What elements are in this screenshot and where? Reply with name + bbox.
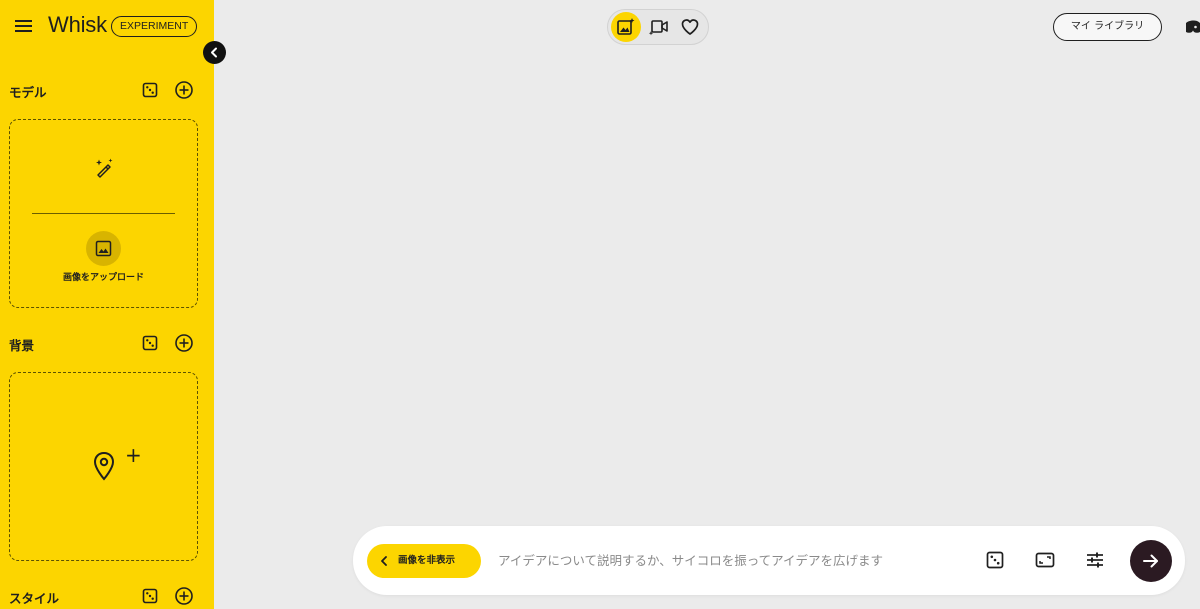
settings-sliders-icon[interactable] xyxy=(1084,549,1106,571)
prompt-bar: 画像を非表示 xyxy=(353,526,1185,595)
my-library-button[interactable]: マイ ライブラリ xyxy=(1053,13,1162,41)
hide-images-label: 画像を非表示 xyxy=(398,555,456,566)
discord-icon[interactable] xyxy=(1186,18,1200,34)
plus-icon: + xyxy=(125,443,142,467)
upload-image-label: 画像をアップロード xyxy=(62,273,144,283)
send-button[interactable] xyxy=(1130,540,1172,582)
experiment-badge: EXPERIMENT xyxy=(111,16,198,37)
dice-icon[interactable] xyxy=(140,333,160,353)
sidebar-header: Whisk EXPERIMENT xyxy=(0,0,214,54)
aspect-ratio-icon[interactable] xyxy=(1034,549,1056,571)
video-icon[interactable] xyxy=(643,12,673,42)
arrow-right-icon xyxy=(1143,554,1158,568)
location-pin-icon[interactable] xyxy=(90,449,122,483)
upload-image-button[interactable]: 画像をアップロード xyxy=(10,228,197,288)
prompt-input[interactable] xyxy=(498,543,968,577)
add-circle-icon[interactable] xyxy=(174,80,194,100)
menu-icon[interactable] xyxy=(14,15,34,37)
dice-icon[interactable] xyxy=(140,80,160,100)
dice-icon[interactable] xyxy=(140,586,160,606)
divider xyxy=(32,213,175,214)
heart-icon[interactable] xyxy=(675,12,705,42)
magic-wand-icon[interactable] xyxy=(93,157,115,179)
collapse-sidebar-button[interactable] xyxy=(203,41,226,64)
model-dropzone[interactable]: 画像をアップロード xyxy=(9,119,198,308)
app-title: Whisk xyxy=(48,12,107,37)
background-dropzone[interactable]: + xyxy=(9,372,198,561)
section-label-style: スタイル xyxy=(9,591,60,606)
mode-switch xyxy=(607,9,709,45)
upload-image-icon xyxy=(86,231,121,266)
add-circle-icon[interactable] xyxy=(174,333,194,353)
sidebar: Whisk EXPERIMENT モデル 画像をアップロード 背景 + スタイル xyxy=(0,0,214,609)
add-circle-icon[interactable] xyxy=(174,586,194,606)
image-create-icon[interactable] xyxy=(611,12,641,42)
hide-images-button[interactable]: 画像を非表示 xyxy=(367,544,481,578)
section-label-background: 背景 xyxy=(9,338,35,353)
dice-icon[interactable] xyxy=(984,549,1006,571)
section-label-model: モデル xyxy=(9,85,47,100)
